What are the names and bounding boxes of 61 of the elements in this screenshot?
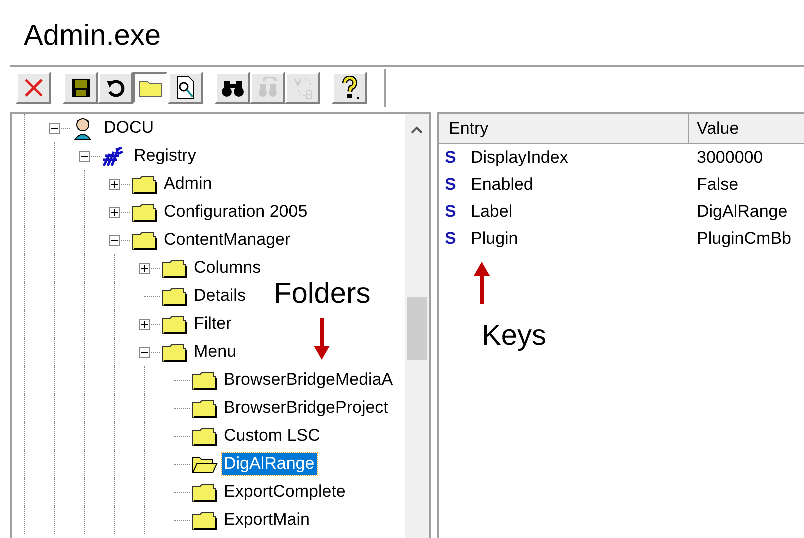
folder-icon bbox=[162, 287, 187, 307]
table-cell-text: Label bbox=[470, 200, 514, 223]
scroll-up-icon[interactable] bbox=[411, 126, 423, 134]
folder-icon bbox=[192, 483, 217, 503]
tree-item[interactable]: Registry bbox=[132, 145, 198, 167]
string-type-icon: S bbox=[439, 198, 465, 224]
folder-icon bbox=[192, 427, 217, 447]
expand-icon[interactable] bbox=[139, 319, 150, 330]
tree-item[interactable]: Admin bbox=[162, 173, 214, 195]
scrollbar[interactable] bbox=[405, 114, 429, 538]
collapse-icon[interactable] bbox=[109, 235, 120, 246]
scrollbar-thumb[interactable] bbox=[407, 297, 427, 360]
table-cell-text: Enabled bbox=[470, 174, 534, 196]
tree-item[interactable]: ContentManager bbox=[162, 229, 293, 251]
binoculars-icon bbox=[220, 78, 244, 98]
collapse-icon[interactable] bbox=[49, 123, 60, 134]
tree-item[interactable]: DOCU bbox=[102, 117, 156, 139]
expand-icon[interactable] bbox=[139, 263, 150, 274]
tree-item[interactable]: Columns bbox=[192, 257, 264, 279]
expand-icon[interactable] bbox=[109, 179, 120, 190]
table-cell-text: DisplayIndex bbox=[470, 146, 570, 169]
folder-icon bbox=[162, 343, 187, 363]
window-title: Admin.exe bbox=[24, 19, 162, 54]
string-type-icon: S bbox=[439, 226, 465, 252]
document-search-icon bbox=[174, 76, 196, 100]
table-cell-text: False bbox=[696, 174, 739, 196]
column-header[interactable]: Value bbox=[689, 114, 804, 143]
table-cell-text: 3000000 bbox=[696, 146, 764, 169]
collapse-icon[interactable] bbox=[139, 347, 150, 358]
close-icon bbox=[22, 77, 44, 99]
folder-icon bbox=[192, 399, 217, 419]
folder-icon bbox=[132, 175, 157, 195]
table-cell-text: Plugin bbox=[470, 228, 520, 250]
expand-icon[interactable] bbox=[109, 207, 120, 218]
column-header[interactable]: Entry bbox=[439, 114, 689, 143]
tree-item[interactable]: BrowserBridgeMediaA bbox=[222, 369, 396, 391]
tree-item[interactable]: Details bbox=[192, 285, 248, 307]
tree-item[interactable]: BrowserBridgeProject bbox=[222, 397, 390, 419]
annotation-label: Keys bbox=[482, 319, 546, 354]
tree-item[interactable]: Filter bbox=[192, 313, 234, 335]
folder-icon bbox=[132, 231, 157, 251]
string-type-icon: S bbox=[439, 172, 465, 198]
string-type-icon: S bbox=[439, 144, 465, 170]
person-icon bbox=[72, 117, 94, 141]
collapse-icon[interactable] bbox=[79, 151, 90, 162]
tree-item[interactable]: ExportComplete bbox=[222, 481, 348, 503]
undo-icon bbox=[104, 77, 126, 99]
tree-item[interactable]: DigAlRange bbox=[222, 453, 317, 475]
table-cell-text: PluginCmBb bbox=[696, 228, 792, 250]
folder-icon bbox=[132, 203, 157, 223]
folder-icon bbox=[192, 511, 217, 531]
table-cell-text: DigAlRange bbox=[696, 200, 788, 223]
folder-icon bbox=[162, 259, 187, 279]
open-folder-icon bbox=[192, 455, 218, 475]
annotation-label: Folders bbox=[274, 277, 371, 312]
tree-item[interactable]: Configuration 2005 bbox=[162, 201, 310, 223]
folder-icon bbox=[162, 315, 187, 335]
tree-item[interactable]: ExportMain bbox=[222, 509, 312, 531]
tree-item[interactable]: Custom LSC bbox=[222, 425, 322, 447]
folder-icon bbox=[192, 371, 217, 391]
tree-item[interactable]: Menu bbox=[192, 341, 239, 363]
